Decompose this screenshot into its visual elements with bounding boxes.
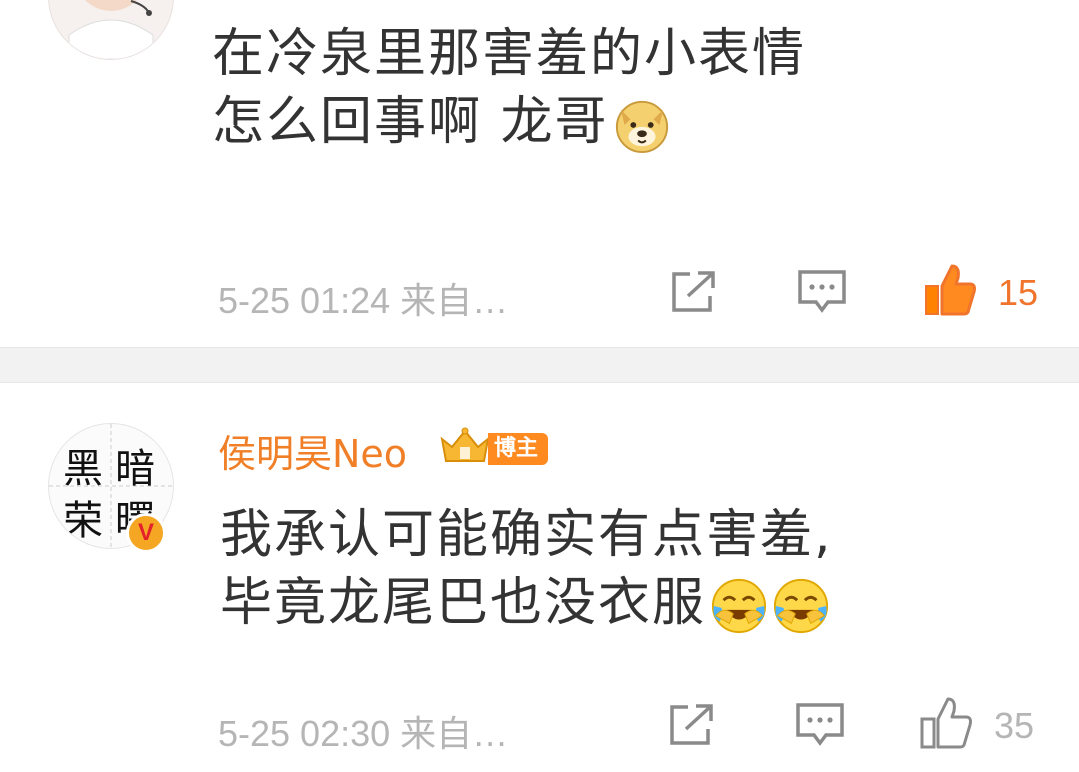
doge-emoji [615,100,668,154]
thumbs-up-icon [925,264,976,316]
comment-meta: 5-25 02:30 来自… [218,705,508,757]
comment-icon [796,703,844,746]
comment-time: 5-25 02:30 [218,713,391,754]
share-icon [670,704,713,745]
avatar-char: 黑 [63,446,103,492]
share-icon [672,271,715,312]
avatar-char: 荣 [63,498,103,544]
comment-line: 我承认可能确实有点害羞, [220,505,833,565]
laugh-cry-emoji [773,578,829,634]
username[interactable]: 侯明昊Neo [218,423,407,478]
like-count: 35 [994,705,1035,746]
comment-item: 在冷泉里那害羞的小表情 怎么回事啊 龙哥 5-25 01:24 来自… 15 [0,0,1079,347]
like-count: 15 [998,272,1039,313]
thumbs-up-icon [920,697,972,749]
reply-button[interactable] [794,701,846,751]
share-button[interactable] [666,701,718,749]
share-button[interactable] [668,268,720,316]
comment-line: 毕竟龙尾巴也没衣服 [220,573,707,633]
comment-text: 我承认可能确实有点害羞, 毕竟龙尾巴也没衣服 [220,501,833,637]
comment-item: 黑 暗 荣 曙 V 侯明昊Neo 博主 我承认可能确实有点害羞, 毕竟龙尾巴也没… [0,383,1079,772]
like-button[interactable] [918,695,974,751]
reply-button[interactable] [796,268,848,318]
comment-time: 5-25 01:24 [218,280,391,321]
like-button[interactable] [922,262,978,318]
comment-icon [798,270,846,313]
comment-meta: 5-25 01:24 来自… [218,272,508,324]
avatar-char: 暗 [115,446,155,492]
author-badge: 博主 [488,433,549,465]
comment-divider [0,347,1079,383]
comment-source[interactable]: 来自… [400,713,508,754]
crown-badge-icon [440,427,490,462]
laugh-cry-emoji [711,578,767,634]
comment-source[interactable]: 来自… [400,280,508,321]
comment-text: 在冷泉里那害羞的小表情 怎么回事啊 龙哥 [212,20,806,156]
verified-badge-icon: V [126,513,166,553]
comment-line: 怎么回事啊 龙哥 [212,92,609,152]
comment-line: 在冷泉里那害羞的小表情 [212,24,807,84]
avatar[interactable] [48,0,174,60]
